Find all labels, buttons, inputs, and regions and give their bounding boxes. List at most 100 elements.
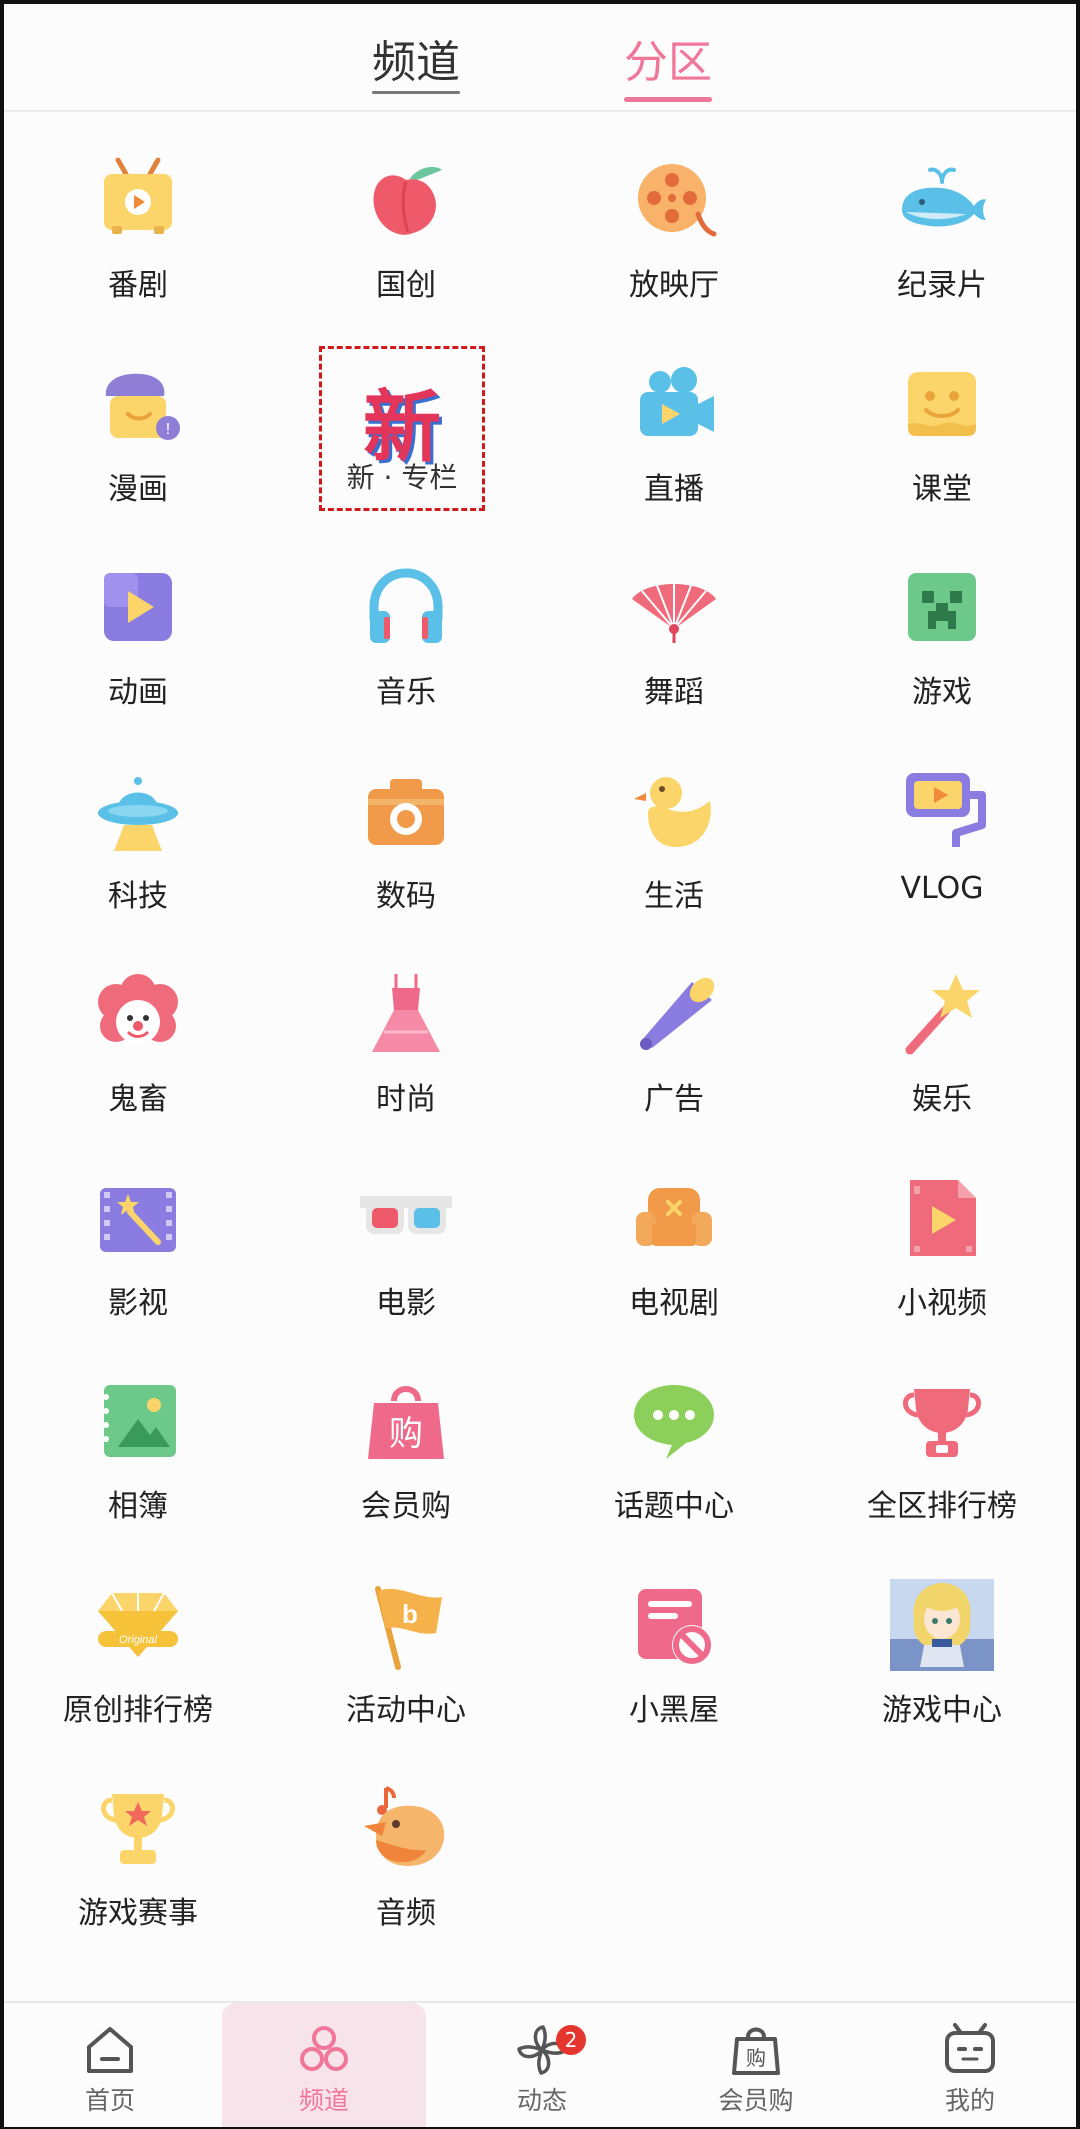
home-icon (81, 2021, 139, 2079)
category-item-game-center[interactable]: 游戏中心 (808, 1545, 1076, 1749)
category-item-tv-series[interactable]: 电视剧 (540, 1138, 808, 1342)
chat-bubble-icon (628, 1375, 720, 1467)
category-label: 电影 (376, 1285, 436, 1321)
category-label: VLOG (900, 870, 984, 906)
category-label: 生活 (644, 878, 704, 914)
svg-text:购: 购 (389, 1414, 423, 1454)
category-item-new-column[interactable]: 新 新 · 专栏 (272, 324, 540, 528)
duck-icon (628, 765, 720, 857)
nav-home-label: 首页 (84, 2086, 135, 2115)
category-label: 漫画 (108, 471, 168, 507)
category-label: 电视剧 (629, 1285, 719, 1321)
category-item-guochuang[interactable]: 国创 (272, 120, 540, 324)
tv-face-icon (941, 2021, 999, 2079)
category-item-album[interactable]: 相簿 (4, 1341, 272, 1545)
tab-zone[interactable]: 分区 (624, 26, 712, 102)
category-label: 直播 (644, 471, 704, 507)
category-label: 舞蹈 (644, 675, 704, 710)
category-label: 鬼畜 (108, 1082, 168, 1117)
category-label: 动画 (108, 675, 168, 710)
peach-icon (360, 154, 452, 246)
nav-member-shop[interactable]: 购 会员购 (654, 2003, 858, 2127)
trophy-cup-icon (896, 1375, 988, 1467)
category-label: 音频 (376, 1896, 436, 1931)
category-label: 小视频 (897, 1285, 987, 1321)
category-item-activity-center[interactable]: b 活动中心 (272, 1545, 540, 1749)
category-label: 科技 (108, 878, 168, 914)
category-label: 活动中心 (346, 1692, 466, 1728)
category-label: 小黑屋 (629, 1692, 719, 1728)
3d-glasses-icon (360, 1172, 452, 1264)
nav-channel[interactable]: 频道 (222, 2003, 426, 2127)
category-label: 游戏中心 (882, 1692, 1002, 1728)
category-item-theater[interactable]: 放映厅 (540, 120, 808, 324)
category-item-short-video[interactable]: 小视频 (808, 1138, 1076, 1342)
category-item-vlog[interactable]: VLOG (808, 731, 1076, 935)
category-label: 游戏赛事 (78, 1896, 198, 1931)
category-item-music[interactable]: 音乐 (272, 527, 540, 731)
category-item-life[interactable]: 生活 (540, 731, 808, 935)
tab-channel[interactable]: 频道 (372, 26, 460, 94)
whale-icon (896, 154, 988, 246)
category-item-member-shop[interactable]: 购 会员购 (272, 1341, 540, 1545)
camera-icon (360, 765, 452, 857)
category-item-documentary[interactable]: 纪录片 (808, 120, 1076, 324)
category-item-esports[interactable]: 游戏赛事 (4, 1748, 272, 1952)
category-label: 数码 (376, 878, 436, 914)
dress-icon (360, 968, 452, 1060)
play-puzzle-icon (92, 561, 184, 653)
category-item-film-tv[interactable]: 影视 (4, 1138, 272, 1342)
new-column-highlight-box: 新 新 · 专栏 (319, 345, 485, 511)
fan-icon (628, 561, 720, 653)
svg-text:b: b (402, 1599, 418, 1629)
category-item-game[interactable]: 游戏 (808, 527, 1076, 731)
category-item-original-ranking[interactable]: Original 原创排行榜 (4, 1545, 272, 1749)
video-camera-icon (628, 358, 720, 450)
category-item-classroom[interactable]: 课堂 (808, 324, 1076, 528)
svg-text:购: 购 (746, 2046, 766, 2070)
category-item-kichiku[interactable]: 鬼畜 (4, 934, 272, 1138)
nav-mine-label: 我的 (944, 2086, 995, 2115)
category-item-blacklist-room[interactable]: 小黑屋 (540, 1545, 808, 1749)
category-item-digital[interactable]: 数码 (272, 731, 540, 935)
ufo-icon (92, 765, 184, 857)
category-label: 国创 (376, 268, 436, 303)
category-label: 相簿 (108, 1489, 168, 1524)
category-item-fashion[interactable]: 时尚 (272, 934, 540, 1138)
category-label: 游戏 (912, 675, 972, 710)
category-item-bangumi[interactable]: 番剧 (4, 120, 272, 324)
category-label: 纪录片 (897, 268, 987, 303)
category-item-entertainment[interactable]: 娱乐 (808, 934, 1076, 1138)
cheese-icon (896, 358, 988, 450)
category-item-dance[interactable]: 舞蹈 (540, 527, 808, 731)
nav-member-shop-label: 会员购 (718, 2086, 794, 2115)
nav-channel-label: 频道 (298, 2086, 349, 2115)
tab-channel-underline (372, 91, 460, 94)
category-label: 影视 (108, 1285, 168, 1321)
svg-text:Original: Original (119, 1634, 157, 1646)
category-item-animation[interactable]: 动画 (4, 527, 272, 731)
tv-icon (92, 154, 184, 246)
category-item-comic[interactable]: ! 漫画 (4, 324, 272, 528)
trophy-star-icon (92, 1782, 184, 1874)
category-label: 时尚 (376, 1082, 436, 1117)
nav-dynamic[interactable]: 2 动态 (440, 2003, 644, 2127)
sofa-icon (628, 1172, 720, 1264)
nav-home[interactable]: 首页 (8, 2003, 212, 2127)
category-item-topic-center[interactable]: 话题中心 (540, 1341, 808, 1545)
category-item-tech[interactable]: 科技 (4, 731, 272, 935)
tab-zone-underline (624, 97, 712, 102)
category-label: 新 · 专栏 (346, 460, 458, 494)
film-reel-icon (628, 154, 720, 246)
category-item-ads[interactable]: 广告 (540, 934, 808, 1138)
svg-text:!: ! (166, 421, 170, 438)
nav-mine[interactable]: 我的 (868, 2003, 1072, 2127)
category-label: 音乐 (376, 675, 436, 710)
category-item-live[interactable]: 直播 (540, 324, 808, 528)
painter-hat-icon: ! (92, 358, 184, 450)
category-item-movie[interactable]: 电影 (272, 1138, 540, 1342)
megaphone-icon (628, 968, 720, 1060)
headphones-icon (360, 561, 452, 653)
category-item-audio[interactable]: 音频 (272, 1748, 540, 1952)
category-item-all-ranking[interactable]: 全区排行榜 (808, 1341, 1076, 1545)
